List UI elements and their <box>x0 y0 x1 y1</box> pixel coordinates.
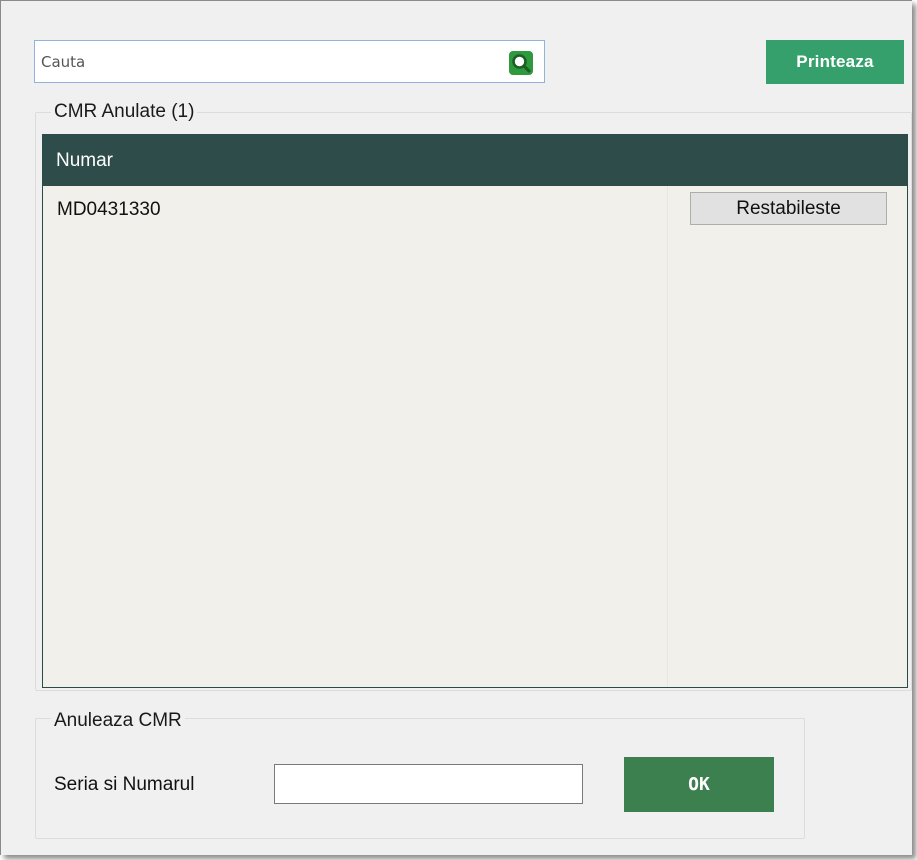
app-window: Printeaza CMR Anulate (1) Numar MD043133… <box>0 0 912 855</box>
column-header-number[interactable]: Numar <box>56 150 113 172</box>
column-separator <box>667 186 668 687</box>
search-box <box>34 40 545 83</box>
restore-button[interactable]: Restabileste <box>690 192 887 225</box>
search-input[interactable] <box>35 41 505 82</box>
cmr-number-cell: MD0431330 <box>57 199 161 220</box>
cancelled-cmr-group-title: CMR Anulate (1) <box>51 101 198 123</box>
cancelled-cmr-grid: Numar MD0431330 Restabileste <box>42 134 908 688</box>
print-button[interactable]: Printeaza <box>766 40 904 84</box>
search-icon[interactable] <box>509 51 533 75</box>
table-row[interactable]: MD0431330 Restabileste <box>43 186 907 230</box>
cancel-cmr-group-title: Anuleaza CMR <box>51 710 185 732</box>
grid-header: Numar <box>43 135 907 186</box>
ok-button[interactable]: OK <box>624 757 774 812</box>
series-number-label: Seria si Numarul <box>54 774 195 795</box>
series-number-input[interactable] <box>274 764 583 804</box>
